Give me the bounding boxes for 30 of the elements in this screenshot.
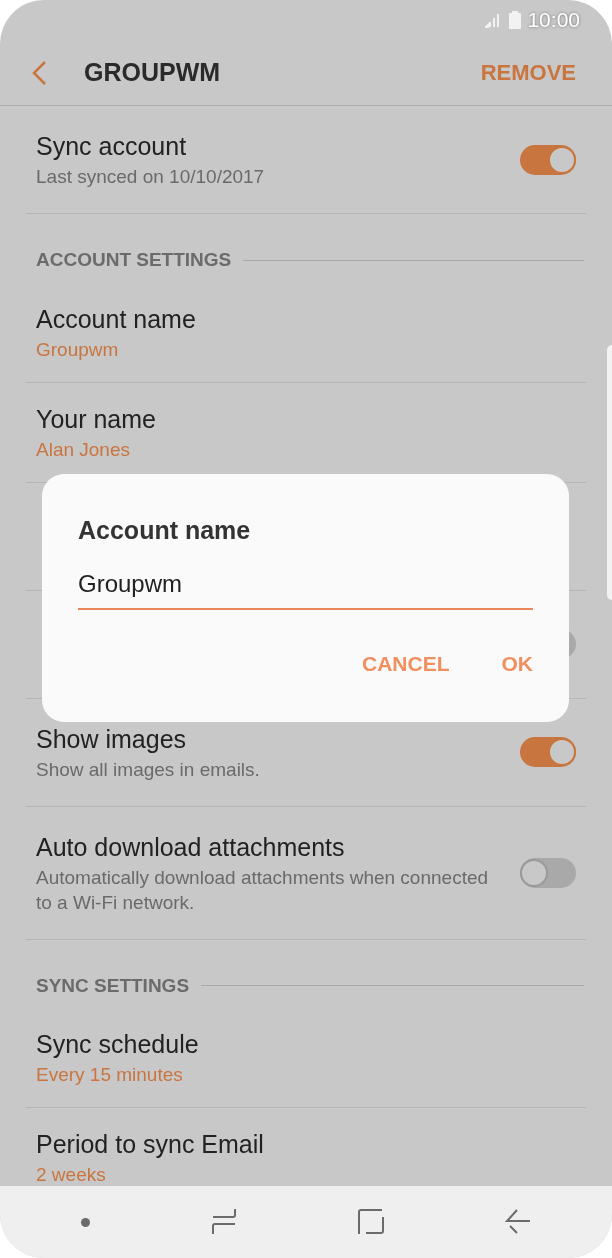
row-title: Sync account: [36, 131, 188, 162]
row-title: Period to sync Email: [36, 1129, 265, 1160]
toggle-switch[interactable]: [520, 857, 576, 888]
battery-icon: [509, 11, 522, 29]
row-title: Sync schedule: [36, 1029, 200, 1060]
settings-row[interactable]: Auto download attachments Automatically download attachments when connected to a Wi-Fi network.: [26, 806, 586, 940]
settings-row[interactable]: Sync account Last synced on 10/10/2017: [26, 106, 586, 214]
row-subtitle: Last synced on 10/10/2017: [36, 165, 266, 189]
row-subtitle: Show all images in emails.: [36, 757, 261, 782]
page-title: GROUPWM: [84, 56, 222, 88]
section-header: SYNC SETTINGS: [36, 973, 190, 998]
dialog-title: Account name: [78, 515, 252, 546]
settings-row[interactable]: Account name Groupwm: [26, 282, 586, 383]
home-icon[interactable]: [358, 1209, 385, 1235]
recent-apps-icon[interactable]: [210, 1208, 237, 1236]
input-field[interactable]: Groupwm: [78, 566, 533, 610]
row-value: 2 weeks: [36, 1163, 107, 1186]
row-title: Show images: [36, 723, 188, 755]
settings-row[interactable]: Sync schedule Every 15 minutes: [26, 1008, 586, 1108]
row-value: Groupwm: [36, 337, 120, 362]
back-icon[interactable]: [505, 1209, 532, 1235]
section-header: ACCOUNT SETTINGS: [36, 248, 232, 272]
row-title: Account name: [36, 303, 197, 335]
row-value: Alan Jones: [36, 437, 131, 462]
row-title: Your name: [36, 403, 157, 435]
row-value: Every 15 minutes: [36, 1063, 184, 1087]
row-title: Auto download attachments: [36, 831, 346, 863]
row-subtitle: Automatically download attachments when connected to a Wi-Fi network.: [36, 865, 490, 915]
toggle-switch[interactable]: [520, 737, 576, 767]
toggle-switch[interactable]: [520, 144, 576, 175]
